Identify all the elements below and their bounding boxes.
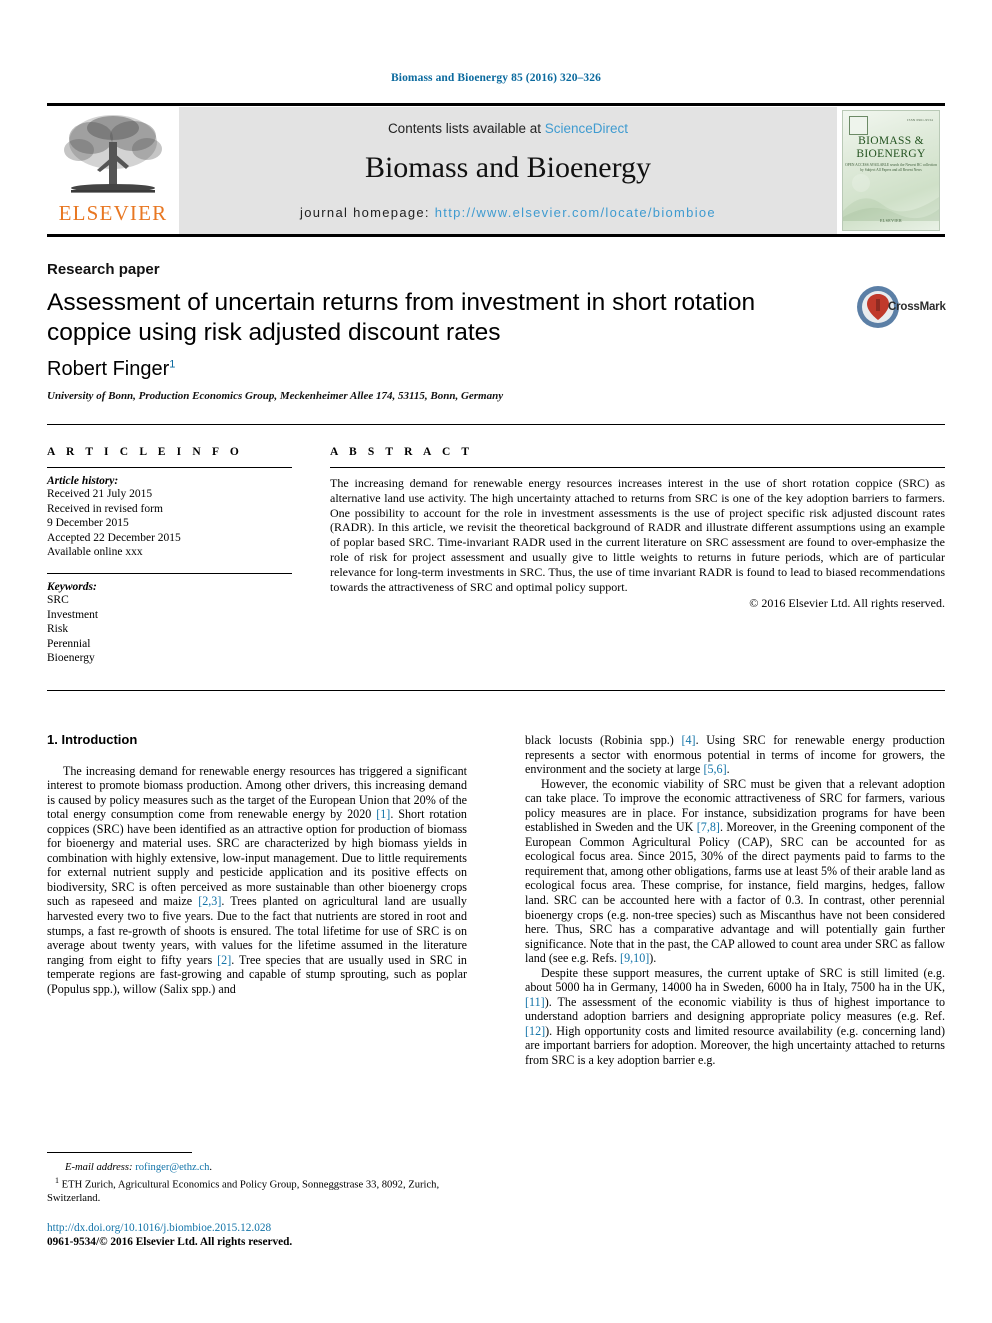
keyword-item: Investment <box>47 608 99 621</box>
homepage-url-link[interactable]: http://www.elsevier.com/locate/biombioe <box>435 205 716 220</box>
article-info-block: A R T I C L E I N F O Article history: R… <box>47 446 297 666</box>
abstract-heading: A B S T R A C T <box>330 446 474 458</box>
journal-banner: Contents lists available at ScienceDirec… <box>179 107 837 234</box>
citation-link[interactable]: [4] <box>681 733 695 747</box>
author-name: Robert Finger1 <box>47 358 175 381</box>
masthead-top-rule <box>47 103 945 106</box>
author-label: Robert Finger <box>47 358 170 380</box>
doi-block: http://dx.doi.org/10.1016/j.biombioe.201… <box>47 1221 467 1249</box>
history-item: 9 December 2015 <box>47 517 129 530</box>
sciencedirect-link[interactable]: ScienceDirect <box>545 121 628 136</box>
abstract-divider <box>330 467 945 468</box>
citation-link[interactable]: [7,8] <box>697 820 720 834</box>
body-column-right: black locusts (Robinia spp.) [4]. Using … <box>525 733 945 1068</box>
body-column-left: 1. Introduction The increasing demand fo… <box>47 732 467 997</box>
corresponding-email-line: E-mail address: rofinger@ethz.ch. <box>47 1161 467 1174</box>
author-affiliation: University of Bonn, Production Economics… <box>47 390 504 402</box>
info-block-bottom-rule <box>47 690 945 691</box>
cover-title-line2: BIOENERGY <box>856 148 926 160</box>
citation-link[interactable]: [12] <box>525 1024 545 1038</box>
email-suffix: . <box>209 1162 213 1173</box>
history-item: Available online xxx <box>47 546 143 559</box>
present-address-text: ETH Zurich, Agricultural Economics and P… <box>47 1179 440 1204</box>
footnote-divider <box>47 1152 192 1153</box>
elsevier-logo: ELSEVIER <box>47 107 179 234</box>
citation-link[interactable]: [11] <box>525 995 545 1009</box>
citation-link[interactable]: [9,10] <box>620 951 649 965</box>
keywords-divider <box>47 572 292 574</box>
abstract-text: The increasing demand for renewable ener… <box>330 476 945 594</box>
keyword-item: SRC <box>47 593 69 606</box>
article-history-list: Received 21 July 2015 Received in revise… <box>47 487 297 560</box>
journal-cover-thumbnail: ISSN 0961-9534 BIOMASS & BIOENERGY OPEN … <box>842 110 940 231</box>
cover-elsevier-mark-icon <box>849 116 868 135</box>
email-link[interactable]: rofinger@ethz.ch <box>135 1162 209 1173</box>
footnote-marker: 1 <box>55 1176 59 1186</box>
keyword-item: Bioenergy <box>47 652 95 665</box>
cover-title-line1: BIOMASS & <box>858 135 924 147</box>
cover-title: BIOMASS & BIOENERGY <box>843 135 939 161</box>
article-history-label: Article history: <box>47 475 119 487</box>
section-heading-introduction: 1. Introduction <box>47 732 138 747</box>
running-head: Biomass and Bioenergy 85 (2016) 320–326 <box>391 72 601 84</box>
journal-masthead: ELSEVIER Contents lists available at Sci… <box>47 103 945 237</box>
keyword-item: Perennial <box>47 637 91 650</box>
present-address-footnote: 1 ETH Zurich, Agricultural Economics and… <box>47 1174 467 1205</box>
keywords-list: SRC Investment Risk Perennial Bioenergy <box>47 593 297 666</box>
homepage-prefix: journal homepage: <box>300 205 435 220</box>
body-paragraph: black locusts (Robinia spp.) [4]. Using … <box>525 733 945 777</box>
history-item: Accepted 22 December 2015 <box>47 531 181 544</box>
article-type-label: Research paper <box>47 261 160 278</box>
cover-issn: ISSN 0961-9534 <box>907 118 933 122</box>
elsevier-tree-icon <box>64 115 162 193</box>
citation-link[interactable]: [2,3] <box>198 894 221 908</box>
journal-title: Biomass and Bioenergy <box>364 151 652 184</box>
left-column-paragraphs: The increasing demand for renewable ener… <box>47 764 467 997</box>
masthead-bottom-rule <box>47 234 945 237</box>
right-column-paragraphs: black locusts (Robinia spp.) [4]. Using … <box>525 733 945 1068</box>
keyword-item: Risk <box>47 623 69 636</box>
article-info-divider <box>47 467 292 468</box>
abstract-block: A B S T R A C T The increasing demand fo… <box>330 446 945 611</box>
issn-copyright-line: 0961-9534/© 2016 Elsevier Ltd. All right… <box>47 1236 293 1248</box>
history-item: Received 21 July 2015 <box>47 488 153 500</box>
journal-cover: ISSN 0961-9534 BIOMASS & BIOENERGY OPEN … <box>837 107 945 234</box>
abstract-copyright: © 2016 Elsevier Ltd. All rights reserved… <box>749 596 945 611</box>
history-item: Received in revised form <box>47 502 163 515</box>
page-title: Assessment of uncertain returns from inv… <box>47 289 756 346</box>
article-info-heading: A R T I C L E I N F O <box>47 446 243 458</box>
citation-link[interactable]: [5,6] <box>703 762 726 776</box>
cover-footer: ELSEVIER <box>879 218 903 223</box>
email-label: E-mail address: <box>65 1162 133 1173</box>
crossmark-badge[interactable]: CrossMark <box>856 285 946 331</box>
contents-lists-line: Contents lists available at ScienceDirec… <box>179 121 837 136</box>
doi-link[interactable]: http://dx.doi.org/10.1016/j.biombioe.201… <box>47 1221 467 1235</box>
crossmark-label: CrossMark <box>888 301 946 313</box>
paper-page: Biomass and Bioenergy 85 (2016) 320–326 <box>0 0 992 1323</box>
keywords-label: Keywords: <box>47 580 97 593</box>
citation-link[interactable]: [2] <box>217 953 231 967</box>
elsevier-wordmark: ELSEVIER <box>58 201 168 225</box>
citation-link[interactable]: [1] <box>376 807 390 821</box>
info-block-top-rule <box>47 424 945 425</box>
contents-prefix: Contents lists available at <box>387 121 545 136</box>
cover-artwork <box>843 174 939 221</box>
footnotes-block: E-mail address: rofinger@ethz.ch. 1 ETH … <box>47 1161 467 1205</box>
author-footnote-marker[interactable]: 1 <box>169 358 175 370</box>
body-paragraph: However, the economic viability of SRC m… <box>525 776 945 966</box>
journal-homepage-line: journal homepage: http://www.elsevier.co… <box>179 205 837 220</box>
body-paragraph: Despite these support measures, the curr… <box>525 965 945 1068</box>
body-paragraph: The increasing demand for renewable ener… <box>47 763 467 996</box>
